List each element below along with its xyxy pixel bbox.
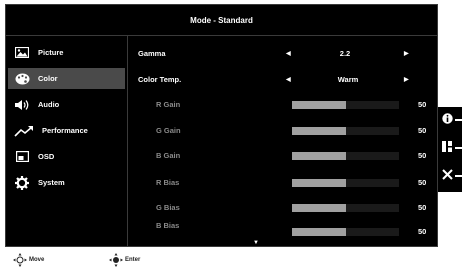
r-bias-label: R Bias	[156, 178, 180, 187]
sidebar: Picture Color Audio Performance OSD Syst…	[6, 36, 128, 246]
b-gain-fill	[292, 152, 346, 160]
scroll-down-arrow-icon[interactable]: ▼	[253, 240, 259, 246]
input-button[interactable]	[438, 137, 462, 159]
g-gain-fill	[292, 127, 346, 135]
b-gain-slider[interactable]	[292, 152, 399, 160]
r-bias-slider[interactable]	[292, 179, 399, 187]
r-gain-row[interactable]: R Gain 50	[138, 98, 438, 112]
move-hint: Move	[13, 250, 44, 270]
color-temp-right-arrow[interactable]: ▶	[404, 73, 409, 87]
osd-header: Mode - Standard	[6, 5, 437, 36]
r-gain-value: 50	[418, 100, 427, 109]
b-bias-value: 50	[418, 227, 427, 236]
g-bias-value: 50	[418, 203, 427, 212]
b-bias-fill	[292, 228, 346, 236]
osd-footer: Move Enter	[5, 250, 438, 270]
sidebar-item-picture[interactable]: Picture	[8, 42, 125, 63]
color-temp-value: Warm	[337, 75, 359, 84]
sidebar-item-label: Performance	[42, 126, 88, 135]
g-gain-value: 50	[418, 126, 427, 135]
sidebar-item-system[interactable]: System	[8, 172, 125, 193]
info-button[interactable]	[438, 109, 462, 131]
r-gain-fill	[292, 101, 346, 109]
color-temp-label: Color Temp.	[138, 75, 182, 84]
gamma-row[interactable]: Gamma ◀ 2.2 ▶	[138, 47, 438, 61]
info-button-line	[455, 119, 462, 121]
sidebar-item-label: System	[38, 178, 65, 187]
r-bias-value: 50	[418, 178, 427, 187]
sidebar-item-label: Audio	[38, 100, 60, 109]
input-button-line	[455, 147, 462, 149]
close-button-line	[455, 175, 462, 177]
move-label: Move	[29, 257, 45, 263]
b-gain-value: 50	[418, 151, 427, 160]
gamma-left-arrow[interactable]: ◀	[286, 47, 291, 61]
g-bias-fill	[292, 204, 346, 212]
gamma-value: 2.2	[339, 49, 351, 58]
sidebar-item-osd[interactable]: OSD	[8, 146, 125, 167]
osd-menu: Mode - Standard Picture Color Audio Perf…	[5, 4, 438, 247]
g-bias-row[interactable]: G Bias 50	[138, 201, 438, 215]
r-bias-fill	[292, 179, 346, 187]
close-icon	[442, 167, 453, 185]
info-icon	[442, 111, 453, 129]
gear-icon	[14, 175, 30, 190]
mode-title: Mode - Standard	[190, 15, 253, 25]
r-bias-row[interactable]: R Bias 50	[138, 176, 438, 190]
g-bias-label: G Bias	[156, 203, 180, 212]
gamma-right-arrow[interactable]: ▶	[404, 47, 409, 61]
color-temp-row[interactable]: Color Temp. ◀ Warm ▶	[138, 73, 438, 87]
osd-window-icon	[14, 150, 30, 164]
picture-icon	[14, 46, 30, 60]
b-gain-label: B Gain	[156, 151, 181, 160]
input-source-icon	[442, 139, 454, 157]
sidebar-item-audio[interactable]: Audio	[8, 94, 125, 115]
g-gain-label: G Gain	[156, 126, 181, 135]
b-bias-slider[interactable]	[292, 228, 399, 236]
r-gain-slider[interactable]	[292, 101, 399, 109]
close-button[interactable]	[438, 165, 462, 187]
sidebar-item-performance[interactable]: Performance	[8, 120, 125, 141]
enter-hint: Enter	[109, 250, 140, 270]
sidebar-item-label: Color	[38, 74, 58, 83]
side-button-panel	[438, 107, 462, 192]
sidebar-item-label: Picture	[38, 48, 64, 57]
b-bias-slider-row[interactable]: 50	[138, 225, 438, 239]
dpad-enter-icon	[109, 253, 123, 267]
sidebar-item-color[interactable]: Color	[8, 68, 125, 89]
enter-label: Enter	[125, 257, 141, 263]
dpad-move-icon	[13, 253, 27, 267]
sidebar-item-label: OSD	[38, 152, 55, 161]
gamma-label: Gamma	[138, 49, 166, 58]
palette-icon	[14, 72, 30, 86]
g-gain-slider[interactable]	[292, 127, 399, 135]
color-temp-left-arrow[interactable]: ◀	[286, 73, 291, 87]
r-gain-label: R Gain	[156, 100, 181, 109]
g-gain-row[interactable]: G Gain 50	[138, 124, 438, 138]
b-gain-row[interactable]: B Gain 50	[138, 149, 438, 163]
trend-icon	[14, 124, 34, 138]
speaker-icon	[14, 98, 30, 112]
g-bias-slider[interactable]	[292, 204, 399, 212]
